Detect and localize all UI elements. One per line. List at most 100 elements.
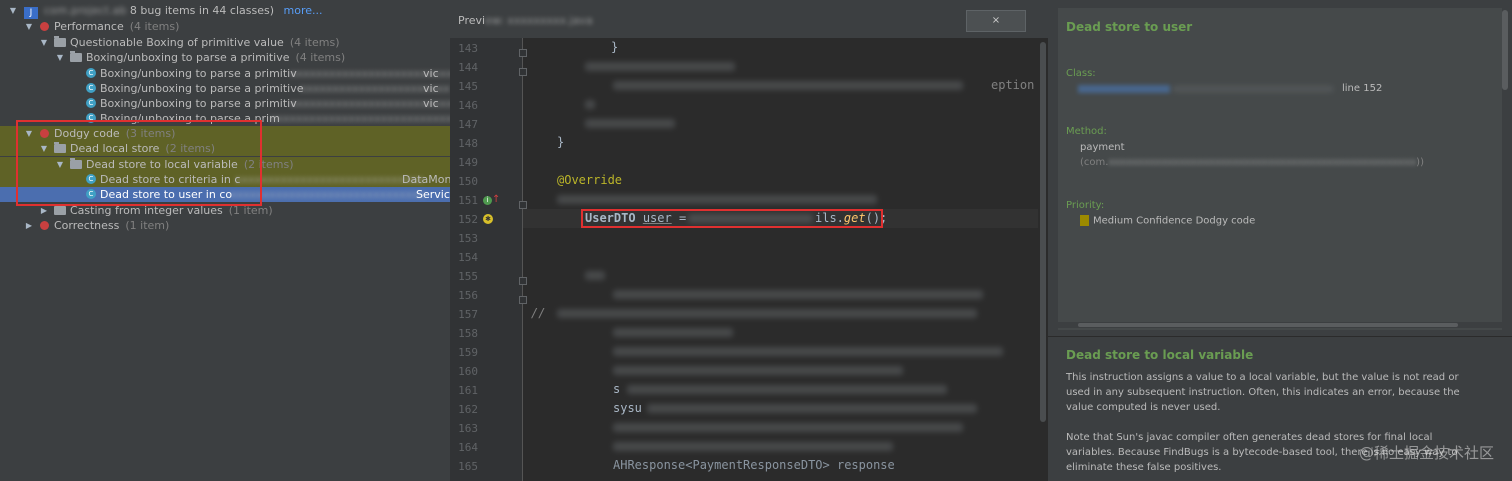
blurred-code xyxy=(627,385,947,394)
details-scrollbar[interactable] xyxy=(1502,10,1508,90)
line-number: 145 xyxy=(458,80,478,93)
close-preview-button[interactable]: × xyxy=(966,10,1026,32)
method-signature-start: (com. xyxy=(1080,157,1109,168)
class-icon: C xyxy=(86,98,96,108)
bug-icon xyxy=(40,221,49,230)
tree-performance[interactable]: ▼ Performance (4 items) xyxy=(0,19,450,34)
bug-marker-icon[interactable]: ✱ xyxy=(483,214,493,224)
item-count: (4 items) xyxy=(289,36,340,49)
implements-method-icon[interactable]: i xyxy=(483,196,492,205)
code-line xyxy=(523,114,1048,133)
project-icon: J xyxy=(24,7,38,19)
line-number: 149 xyxy=(458,156,478,169)
blurred-code xyxy=(557,195,877,204)
scrollbar-thumb[interactable] xyxy=(1040,42,1046,422)
method-value: payment xyxy=(1080,142,1125,153)
group-label: Questionable Boxing of primitive value xyxy=(70,36,284,49)
line-number: 152 xyxy=(458,213,478,226)
blurred-code xyxy=(585,119,675,128)
annotation-red-box xyxy=(581,209,883,228)
blurred-code xyxy=(647,404,977,413)
priority-value: Medium Confidence Dodgy code xyxy=(1093,215,1256,227)
collapse-arrow-icon[interactable]: ▼ xyxy=(24,19,34,34)
code-line xyxy=(523,323,1048,342)
tree-boxing-sub[interactable]: ▼ Boxing/unboxing to parse a primitive (4… xyxy=(0,50,450,65)
tree-boxing-item[interactable]: C Boxing/unboxing to parse a primitiv xx… xyxy=(0,96,450,111)
code-line xyxy=(523,57,1048,76)
annotation-red-box xyxy=(16,120,262,206)
method-signature-end: )) xyxy=(1416,157,1424,168)
tree-boxing-group[interactable]: ▼ Questionable Boxing of primitive value… xyxy=(0,35,450,50)
code-line: } xyxy=(611,40,619,54)
priority-label: Priority: xyxy=(1066,200,1105,211)
bug-icon xyxy=(40,22,49,31)
item-count: (4 items) xyxy=(129,20,180,33)
code-fragment: s xyxy=(613,382,621,396)
priority-color-icon xyxy=(1080,215,1089,226)
blurred-text: xxxxxxxxxxxxxxxxxxxxxxxxxxxxx xyxy=(235,173,424,186)
group-label: Boxing/unboxing to parse a primitive xyxy=(86,51,290,64)
blurred-text: ew: xxxxxxxxx.java xyxy=(485,14,593,27)
preview-title: Previ xyxy=(458,14,486,27)
line-number: 150 xyxy=(458,175,478,188)
bug-item-label: Boxing/unboxing to parse a primitive xyxy=(100,82,304,95)
code-line: sysu xyxy=(523,399,1048,418)
item-count: (4 items) xyxy=(295,51,346,64)
line-number: 164 xyxy=(458,441,478,454)
bug-item-suffix: vic xyxy=(423,82,439,95)
line-number: 165 xyxy=(458,460,478,473)
line-number: 143 xyxy=(458,42,478,55)
tree-root-summary: 8 bug items in 44 classes) xyxy=(129,4,275,17)
code-line xyxy=(523,342,1048,361)
closing-brace: } xyxy=(557,135,565,149)
tree-correctness[interactable]: ▶ Correctness (1 item) xyxy=(0,218,450,233)
bug-details-panel: Dead store to user Class: line 152 Metho… xyxy=(1048,0,1512,481)
expand-arrow-icon[interactable]: ▶ xyxy=(24,218,34,233)
code-fragment: sysu xyxy=(613,401,642,415)
code-line xyxy=(523,418,1048,437)
vertical-scrollbar[interactable] xyxy=(1038,38,1048,481)
line-number: 158 xyxy=(458,327,478,340)
folder-icon xyxy=(54,204,66,215)
method-label: Method: xyxy=(1066,126,1107,137)
override-annotation: @Override xyxy=(557,173,623,187)
blurred-code xyxy=(613,366,903,375)
tree-boxing-item[interactable]: C Boxing/unboxing to parse a primitive x… xyxy=(0,81,450,96)
bug-item-label: Boxing/unboxing to parse a primitiv xyxy=(100,67,297,80)
code-line xyxy=(523,285,1048,304)
code-editor[interactable]: } eption } @Override UserDTO user = ils.… xyxy=(523,38,1048,481)
blurred-code xyxy=(557,309,977,318)
blurred-code xyxy=(613,81,963,90)
code-line: AHResponse<PaymentResponseDTO> response xyxy=(523,456,1048,475)
blurred-code xyxy=(613,328,733,337)
tree-root-row[interactable]: ▼ J com.project.ab 8 bug items in 44 cla… xyxy=(0,3,450,19)
line-number: 144 xyxy=(458,61,478,74)
collapse-arrow-icon[interactable]: ▼ xyxy=(55,50,65,65)
class-icon: C xyxy=(86,68,96,78)
more-link[interactable]: more... xyxy=(284,4,323,17)
collapse-arrow-icon[interactable]: ▼ xyxy=(39,35,49,50)
class-label: Class: xyxy=(1066,68,1096,79)
preview-title-bar: Preview: xxxxxxxxx.java × xyxy=(450,0,1048,39)
line-number: 146 xyxy=(458,99,478,112)
collapse-arrow-icon[interactable]: ▼ xyxy=(8,3,18,18)
line-number: 156 xyxy=(458,289,478,302)
override-arrow-icon[interactable]: ↑ xyxy=(492,194,500,205)
code-line: } xyxy=(523,133,1048,152)
pattern-heading: Dead store to local variable xyxy=(1066,348,1254,362)
item-count: (1 item) xyxy=(125,219,170,232)
code-line xyxy=(523,437,1048,456)
horizontal-scrollbar[interactable] xyxy=(1058,322,1502,328)
divider xyxy=(1048,336,1512,337)
bug-item-suffix: vic xyxy=(423,97,439,110)
scrollbar-thumb[interactable] xyxy=(1078,323,1458,327)
line-number: 160 xyxy=(458,365,478,378)
bug-tree-panel: ▼ J com.project.ab 8 bug items in 44 cla… xyxy=(0,0,450,481)
class-icon: C xyxy=(86,83,96,93)
comment-marker: // xyxy=(531,306,546,320)
blurred-code xyxy=(613,442,893,451)
code-line xyxy=(523,190,1048,209)
tree-boxing-item[interactable]: C Boxing/unboxing to parse a primitiv xx… xyxy=(0,66,450,81)
code-line: @Override xyxy=(523,171,1048,190)
blurred-text: xxxxxxxxxxxxxxxxxxxxxxxxxxxxxxxxxxxxxxxx… xyxy=(1108,157,1417,168)
